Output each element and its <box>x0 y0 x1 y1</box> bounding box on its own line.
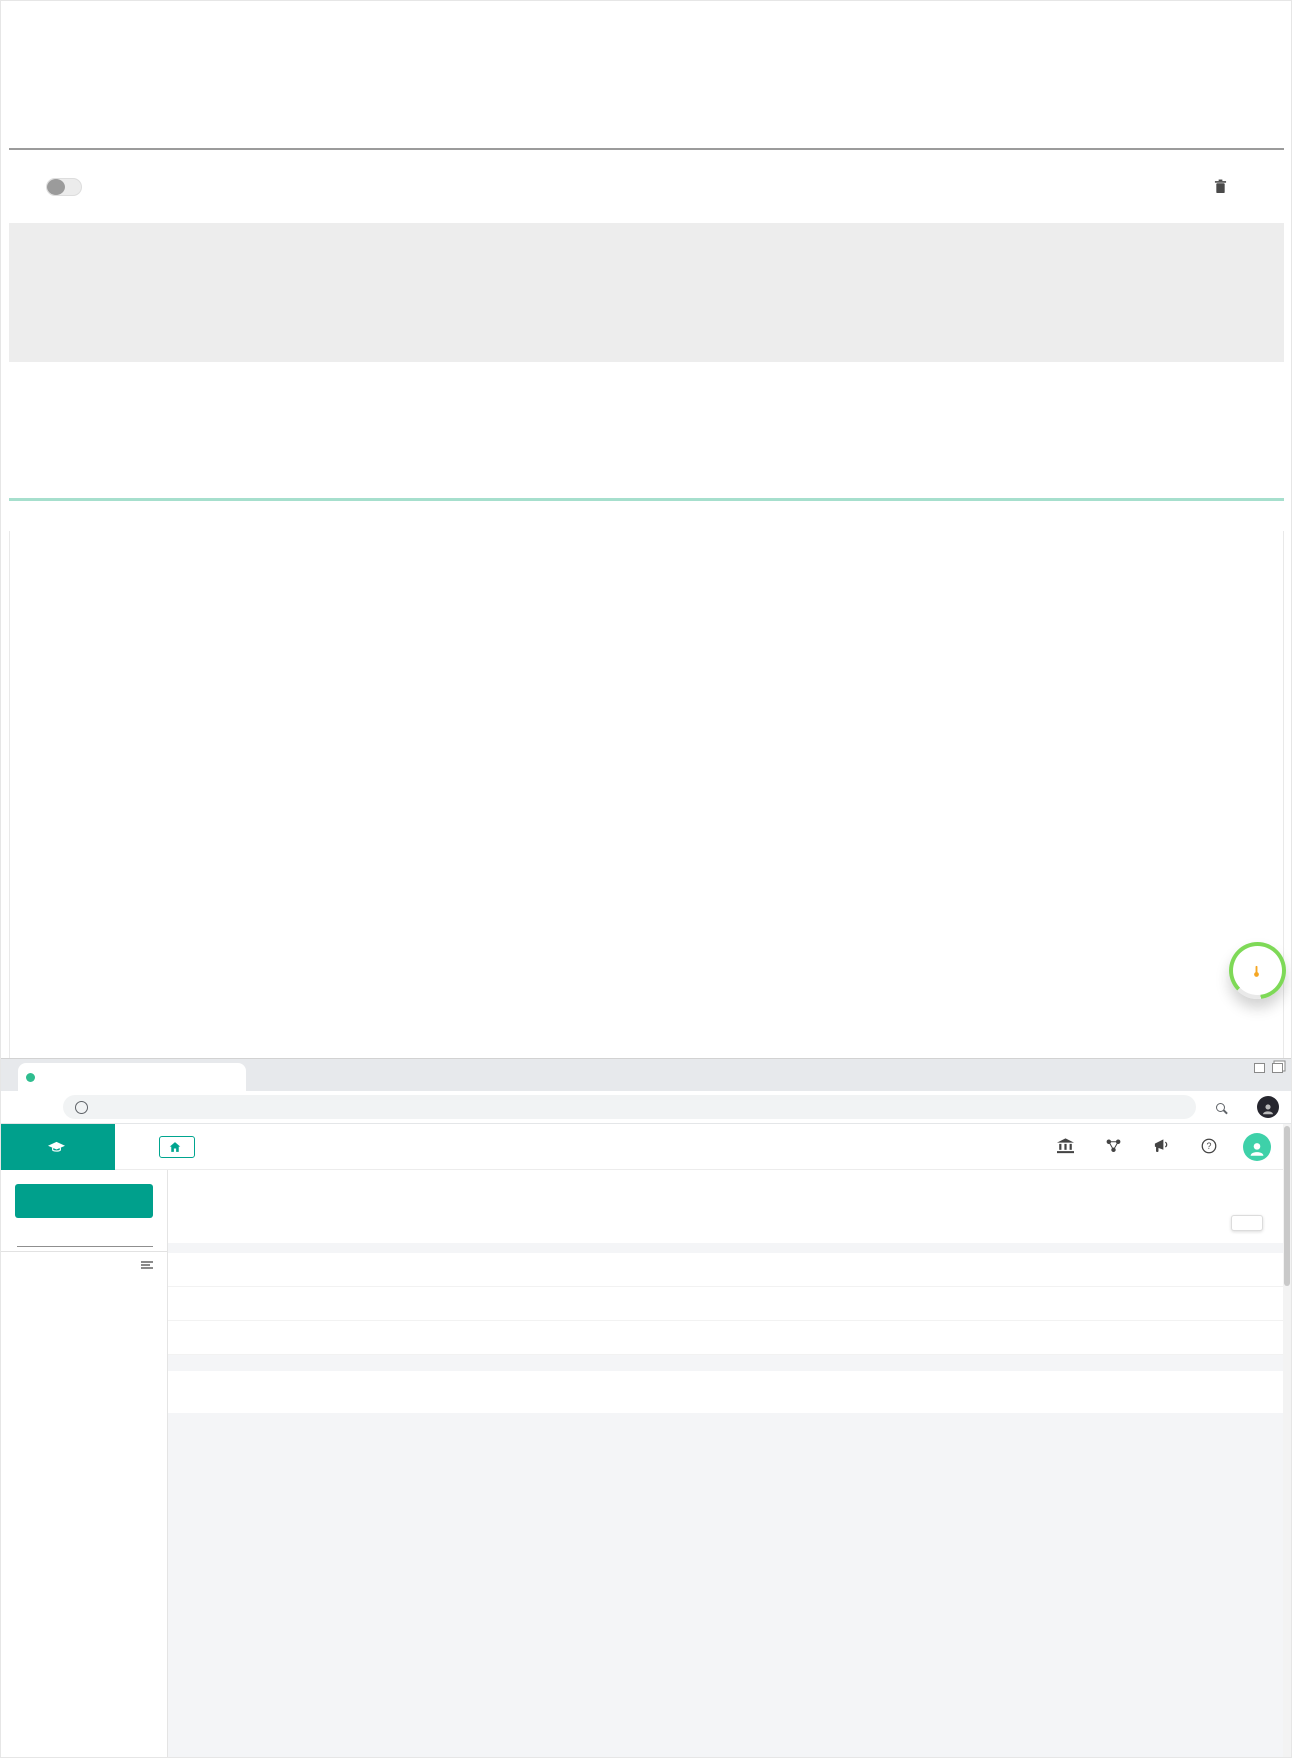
menu-notifications[interactable] <box>1137 1138 1185 1156</box>
homework-sidebar <box>1 1170 168 1758</box>
homework-table-card <box>168 1371 1291 1413</box>
homework-table <box>168 1371 1291 1413</box>
person-icon <box>1261 1102 1275 1116</box>
person-icon <box>1248 1140 1266 1158</box>
zoom-icon[interactable] <box>1216 1103 1225 1112</box>
home-icon <box>169 1141 181 1153</box>
page: ? <box>0 0 1292 1758</box>
courseware-table-header <box>28 93 1261 141</box>
profile-avatar[interactable] <box>1257 1096 1279 1118</box>
megaphone-icon <box>1153 1138 1170 1154</box>
homework-table-header <box>168 1371 1291 1413</box>
battery-gauge <box>1229 942 1286 999</box>
workspace <box>1 1170 1291 1758</box>
filter-row-sort <box>168 1321 1291 1355</box>
user-avatar <box>1243 1133 1271 1161</box>
minimize-icon[interactable] <box>1254 1063 1265 1073</box>
window-controls <box>1254 1063 1283 1073</box>
scrollbar[interactable] <box>1283 1124 1291 1757</box>
graduation-cap-icon <box>48 1141 65 1153</box>
gauge-temperature <box>1253 965 1262 977</box>
thermometer-icon <box>1253 965 1260 977</box>
toggle-knob <box>47 179 65 195</box>
share-network-icon <box>1105 1138 1122 1154</box>
signin-banner <box>9 223 1284 362</box>
signin-info-line <box>9 223 1284 238</box>
new-homework-button[interactable] <box>15 1184 153 1218</box>
courseware-detail-panel <box>1 1 1291 531</box>
signin-stats <box>9 238 1284 248</box>
restore-icon[interactable] <box>1272 1063 1283 1073</box>
nav-classroom-home[interactable] <box>159 1136 195 1158</box>
chapter-filter-select[interactable] <box>17 1236 153 1247</box>
signin-toolbar <box>9 150 1284 223</box>
filter-row-submit <box>168 1287 1291 1321</box>
app-logo[interactable] <box>1 1124 115 1170</box>
scrollbar-thumb[interactable] <box>1284 1126 1290 1286</box>
menu-user-manual[interactable]: ? <box>1185 1138 1233 1156</box>
favicon-icon <box>26 1073 35 1082</box>
menu-resource-center[interactable] <box>1089 1138 1137 1156</box>
delete-signin-button[interactable] <box>1214 179 1232 194</box>
app-header: ? <box>1 1124 1291 1170</box>
browser-window: ? <box>1 1058 1291 1757</box>
filter-card <box>168 1253 1291 1355</box>
signed-students <box>9 362 1284 498</box>
group-display-toggle[interactable] <box>46 178 82 196</box>
browser-tab[interactable] <box>18 1063 246 1091</box>
filter-row-status <box>168 1253 1291 1287</box>
browser-urlbar <box>1 1091 1291 1124</box>
homework-main <box>168 1170 1291 1758</box>
trash-icon <box>1214 179 1227 194</box>
browser-tabstrip <box>1 1058 1291 1091</box>
address-bar[interactable] <box>63 1095 1196 1119</box>
menu-my-classroom[interactable] <box>1041 1138 1089 1156</box>
publish-scores-button[interactable] <box>1231 1215 1263 1231</box>
homework-header-card <box>168 1170 1291 1243</box>
student-name-grid <box>9 501 1284 513</box>
user-menu[interactable] <box>1243 1133 1277 1161</box>
courseware-table <box>28 93 1261 141</box>
help-icon: ? <box>1201 1138 1217 1154</box>
bank-icon <box>1057 1138 1074 1154</box>
info-icon[interactable] <box>75 1101 88 1114</box>
svg-text:?: ? <box>1207 1141 1212 1151</box>
export-all-scores-button[interactable] <box>1 1251 167 1277</box>
menu-icon <box>141 1261 153 1269</box>
